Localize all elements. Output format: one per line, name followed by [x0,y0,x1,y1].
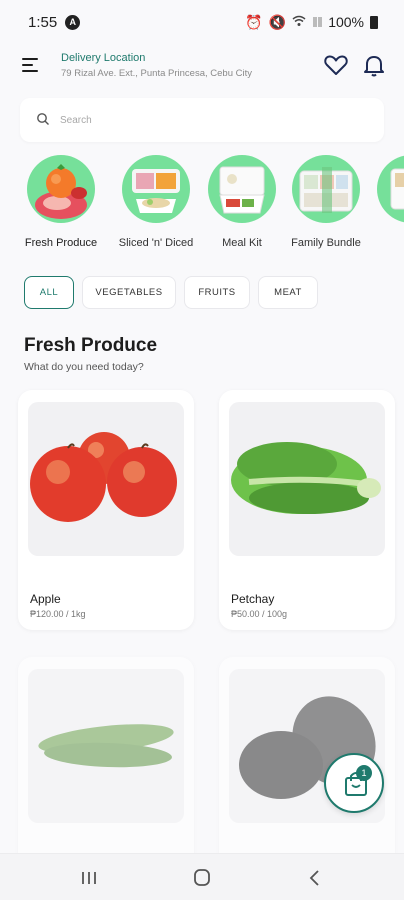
search-icon [37,113,49,125]
menu-icon[interactable] [22,58,40,72]
status-bar: 1:55 A ⏰ 🔇 100% [0,0,404,44]
product-name: Petchay [231,592,275,606]
system-nav-bar [0,853,404,900]
product-price: ₱120.00 / 1kg [30,609,86,619]
battery-percent: 100% [328,14,364,30]
filter-chips: ALL VEGETABLES FRUITS MEAT [24,276,318,309]
delivery-location-title[interactable]: Delivery Location [61,52,145,64]
product-card-petchay[interactable]: Petchay ₱50.00 / 100g [219,390,395,630]
family-bundle-image [292,155,360,223]
category-partial-image [377,155,404,223]
filter-all[interactable]: ALL [24,276,74,309]
category-sliced-n-diced[interactable]: Sliced 'n' Diced [111,155,201,249]
category-fresh-produce[interactable]: Fresh Produce [16,155,106,249]
sliced-n-diced-image [122,155,190,223]
category-label: Sa [366,237,404,249]
category-carousel[interactable]: Fresh Produce Sliced 'n' Diced Meal Kit … [0,155,404,255]
bell-icon[interactable] [361,52,387,78]
wifi-icon [292,14,306,30]
category-meal-kit[interactable]: Meal Kit [197,155,287,249]
heart-icon[interactable] [323,52,349,78]
category-family-bundle[interactable]: Family Bundle [281,155,371,249]
product-card-apple[interactable]: Apple ₱120.00 / 1kg [18,390,194,630]
filter-meat[interactable]: MEAT [258,276,318,309]
category-label: Fresh Produce [24,237,98,249]
product-price: ₱50.00 / 100g [231,609,288,619]
filter-vegetables[interactable]: VEGETABLES [82,276,176,309]
back-icon[interactable] [300,866,330,890]
section-subtitle: What do you need today? [24,361,144,373]
category-label: Meal Kit [222,237,262,249]
notification-app-icon: A [65,14,81,30]
fresh-produce-image [27,155,95,223]
floating-cart-button[interactable]: 1 [324,753,384,813]
status-time: 1:55 [28,13,58,31]
recent-apps-icon[interactable] [74,866,104,890]
alarm-icon: ⏰ [245,13,263,30]
search-bar[interactable] [20,98,384,142]
petchay-image [229,402,385,556]
category-partial[interactable]: Sa [366,155,404,249]
home-icon[interactable] [187,866,217,890]
category-label: Family Bundle [291,237,361,249]
filter-fruits[interactable]: FRUITS [184,276,250,309]
signal-icon [312,14,323,30]
search-input[interactable] [60,110,360,130]
ampalaya-image [28,669,184,823]
apple-image [28,402,184,556]
section-title: Fresh Produce [24,335,158,356]
cart-count-badge: 1 [356,765,372,781]
product-name: Apple [30,592,61,606]
meal-kit-image [208,155,276,223]
delivery-location-address[interactable]: 79 Rizal Ave. Ext., Punta Princesa, Cebu… [61,68,252,79]
category-label: Sliced 'n' Diced [118,237,194,249]
mute-icon: 🔇 [268,13,287,30]
battery-icon [370,15,378,29]
app-header: Delivery Location 79 Rizal Ave. Ext., Pu… [0,44,404,92]
